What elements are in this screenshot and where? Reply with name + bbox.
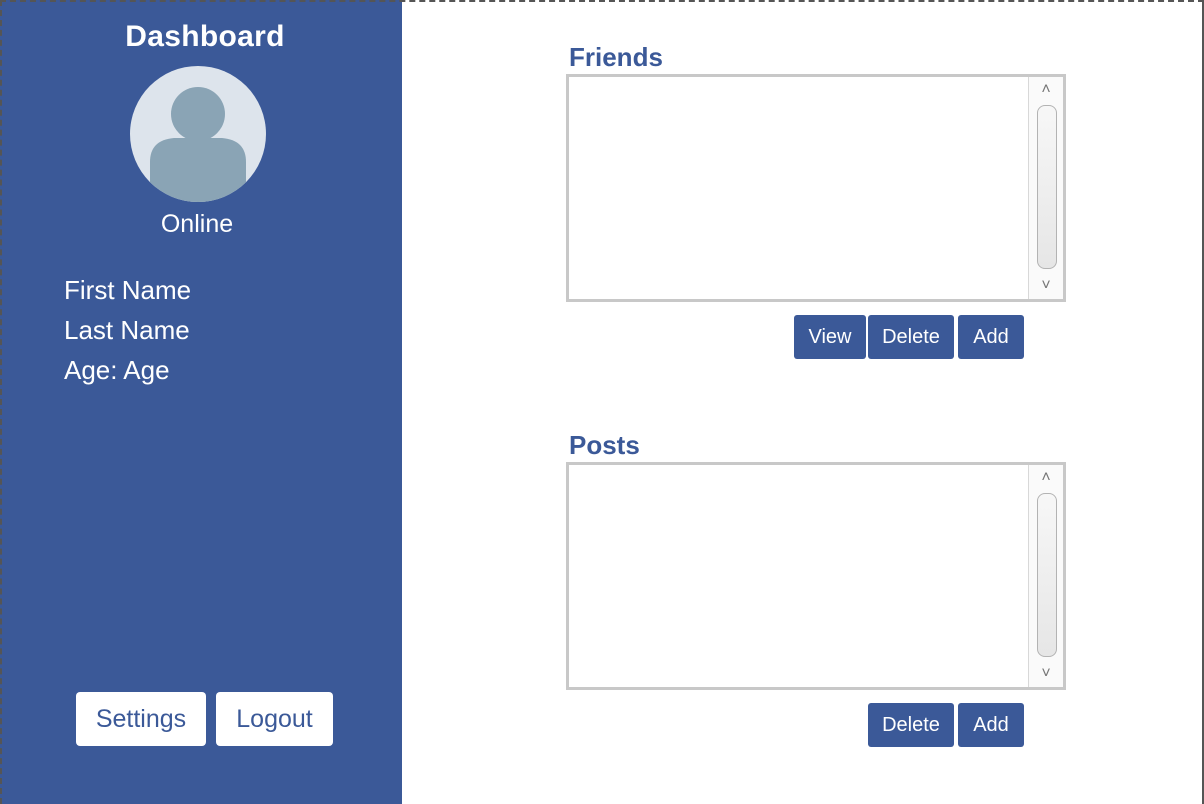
avatar <box>130 66 266 202</box>
settings-button[interactable]: Settings <box>76 692 206 746</box>
logout-button[interactable]: Logout <box>216 692 333 746</box>
add-post-button[interactable]: Add <box>958 703 1024 747</box>
chevron-down-icon[interactable]: ˅ <box>1029 275 1063 297</box>
age: Age: Age <box>64 355 170 385</box>
chevron-up-icon[interactable]: ˄ <box>1029 79 1063 101</box>
sidebar: Dashboard Online First Name Last Name Ag… <box>0 0 402 804</box>
delete-friend-button[interactable]: Delete <box>868 315 954 359</box>
online-status: Online <box>160 210 234 238</box>
last-name: Last Name <box>64 315 190 345</box>
friends-scrollbar[interactable]: ˄ ˅ <box>1028 77 1063 299</box>
posts-list[interactable]: ˄ ˅ <box>566 462 1066 690</box>
delete-post-button[interactable]: Delete <box>868 703 954 747</box>
first-name: First Name <box>64 275 192 305</box>
posts-scrollbar[interactable]: ˄ ˅ <box>1028 465 1063 687</box>
view-friend-button[interactable]: View <box>794 315 866 359</box>
dashboard-title: Dashboard <box>125 20 285 53</box>
scroll-thumb[interactable] <box>1037 105 1057 269</box>
user-silhouette-icon <box>150 87 246 202</box>
friends-list[interactable]: ˄ ˅ <box>566 74 1066 302</box>
chevron-up-icon[interactable]: ˄ <box>1029 467 1063 489</box>
add-friend-button[interactable]: Add <box>958 315 1024 359</box>
scroll-thumb[interactable] <box>1037 493 1057 657</box>
posts-title: Posts <box>569 430 640 460</box>
chevron-down-icon[interactable]: ˅ <box>1029 663 1063 685</box>
friends-title: Friends <box>569 42 663 72</box>
